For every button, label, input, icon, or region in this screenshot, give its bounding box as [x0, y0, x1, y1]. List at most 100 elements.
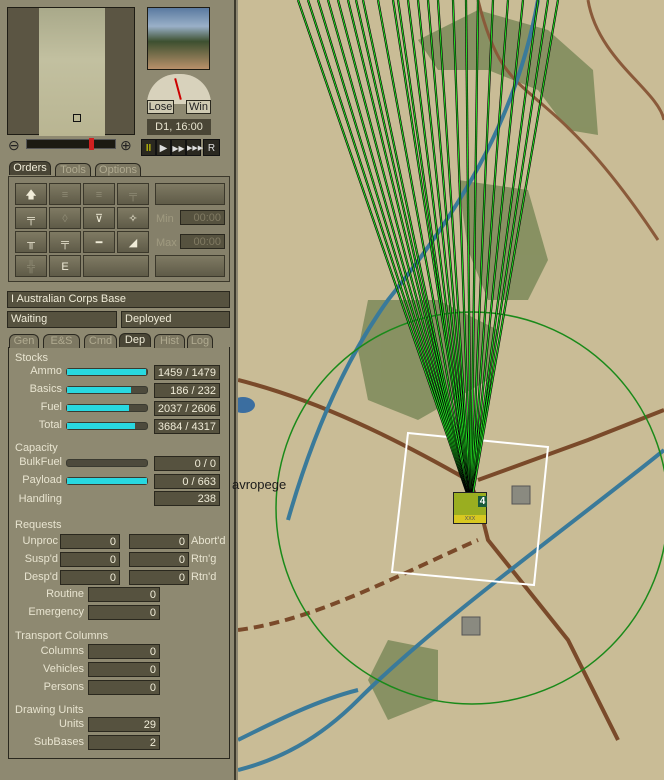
stock-value: 186 / 232 — [154, 383, 220, 398]
handling-label: Handling — [18, 493, 62, 505]
zoom-out-icon[interactable]: ⊖ — [8, 137, 20, 154]
tab-tools[interactable]: Tools — [55, 163, 91, 177]
stock-bar — [66, 404, 148, 412]
tab-dep[interactable]: Dep — [119, 333, 151, 347]
unit-status: Waiting — [7, 311, 117, 328]
tab-orders[interactable]: Orders — [9, 161, 51, 175]
map-view[interactable]: avropege 4 xxx — [232, 0, 664, 780]
minimap[interactable] — [7, 7, 135, 136]
fastest-button[interactable]: ▶▶▶ — [186, 139, 203, 156]
request-value: 0 — [129, 552, 189, 567]
stock-value: 0 / 663 — [154, 474, 220, 489]
move-order-button[interactable]: 🡅 — [15, 183, 47, 205]
min-label: Min — [156, 213, 174, 225]
zoom-slider[interactable] — [26, 138, 116, 150]
request-label: Susp'd — [24, 553, 58, 565]
unit-counter[interactable]: 4 xxx — [453, 492, 487, 524]
order-button-disabled[interactable]: ╬ — [15, 255, 47, 277]
max-label: Max — [156, 237, 177, 249]
embark-order-button[interactable]: E — [49, 255, 81, 277]
rest-order-button[interactable]: ━ — [83, 231, 115, 253]
transport-heading: Transport Columns — [15, 630, 109, 642]
game-clock: D1, 16:00 — [147, 119, 211, 135]
unit-size: xxx — [454, 515, 486, 523]
stock-label: Fuel — [40, 401, 62, 413]
request-label: Desp'd — [24, 571, 58, 583]
stock-bar — [66, 477, 148, 485]
replay-button[interactable]: R — [203, 139, 220, 156]
stock-bar — [66, 368, 148, 376]
minimap-viewport[interactable] — [73, 114, 81, 122]
stock-label: Total — [38, 419, 62, 431]
request-label: Rtn'g — [191, 553, 217, 565]
request-label: Rtn'd — [191, 571, 217, 583]
stock-bar — [66, 459, 148, 467]
defend-order-button[interactable]: ╤ — [15, 207, 47, 229]
map-canvas[interactable] — [238, 0, 664, 780]
dig-in-order-button[interactable]: ╤ — [49, 231, 81, 253]
cancel-button-disabled[interactable] — [155, 255, 225, 277]
fast-button[interactable]: ▶▶ — [171, 139, 186, 156]
unit-name: I Australian Corps Base — [7, 291, 230, 308]
max-time-field[interactable]: 00:00 — [180, 234, 225, 249]
stock-label: Payload — [22, 474, 62, 486]
control-panel: Lose Win D1, 16:00 ⊖ ⊕ II ▶ ▶▶ ▶▶▶ R Ord… — [0, 0, 236, 780]
stock-value: 0 / 0 — [154, 456, 220, 471]
tab-gen[interactable]: Gen — [9, 334, 39, 348]
request-label: Unproc — [22, 535, 58, 547]
order-button-disabled[interactable]: ≡ — [49, 183, 81, 205]
stock-bar-fill — [67, 478, 147, 484]
emergency-value: 0 — [88, 605, 160, 620]
unit-badge: 4 — [478, 496, 487, 507]
schedule-button-disabled[interactable] — [155, 183, 225, 205]
request-label: Abort'd — [191, 535, 226, 547]
pause-button[interactable]: II — [141, 139, 156, 156]
request-value: 0 — [129, 570, 189, 585]
stock-label: Basics — [29, 383, 62, 395]
tab-hist[interactable]: Hist — [154, 334, 185, 348]
supply-line — [307, 0, 472, 506]
scenario-photo — [147, 7, 210, 70]
stock-label: Ammo — [30, 365, 62, 377]
routine-label: Routine — [46, 588, 84, 600]
stock-value: 3684 / 4317 — [154, 419, 220, 434]
request-value: 0 — [60, 534, 120, 549]
stock-bar — [66, 386, 148, 394]
transport-label: Persons — [43, 681, 84, 693]
stock-value: 2037 / 2606 — [154, 401, 220, 416]
stock-bar — [66, 422, 148, 430]
request-value: 0 — [129, 534, 189, 549]
unit-posture: Deployed — [121, 311, 230, 328]
transport-label: Columns — [40, 645, 84, 657]
supply-line — [317, 0, 472, 506]
capacity-heading: Capacity — [15, 442, 58, 454]
requests-heading: Requests — [15, 519, 62, 531]
target-order-button[interactable]: ✧ — [117, 207, 149, 229]
supply-line — [377, 0, 472, 506]
stock-bar-fill — [67, 405, 130, 411]
handling-value: 238 — [154, 491, 220, 506]
min-time-field[interactable]: 00:00 — [180, 210, 225, 225]
relocate-order-button[interactable]: ◢ — [117, 231, 149, 253]
place-label: avropege — [232, 477, 287, 492]
order-button-disabled[interactable]: ╤ — [117, 183, 149, 205]
hold-order-button[interactable]: ╥ — [15, 231, 47, 253]
tab-log[interactable]: Log — [187, 334, 213, 348]
deploy-order-button[interactable]: ⊽ — [83, 207, 115, 229]
tab-cmd[interactable]: Cmd — [84, 334, 117, 348]
order-button-disabled[interactable]: ◊ — [49, 207, 81, 229]
wide-order-button-disabled[interactable] — [83, 255, 149, 277]
tab-options[interactable]: Options — [95, 163, 141, 177]
routine-value: 0 — [88, 587, 160, 602]
stocks-heading: Stocks — [15, 352, 49, 364]
win-label: Win — [186, 100, 211, 114]
subbase-marker — [511, 485, 531, 505]
lose-label: Lose — [147, 100, 174, 114]
tab-es[interactable]: E&S — [43, 334, 80, 348]
drawing-label: SubBases — [33, 736, 84, 748]
play-button[interactable]: ▶ — [156, 139, 171, 156]
order-button-disabled[interactable]: ≡ — [83, 183, 115, 205]
drawing-value: 2 — [88, 735, 160, 750]
zoom-in-icon[interactable]: ⊕ — [120, 137, 132, 154]
stock-bar-fill — [67, 387, 131, 393]
